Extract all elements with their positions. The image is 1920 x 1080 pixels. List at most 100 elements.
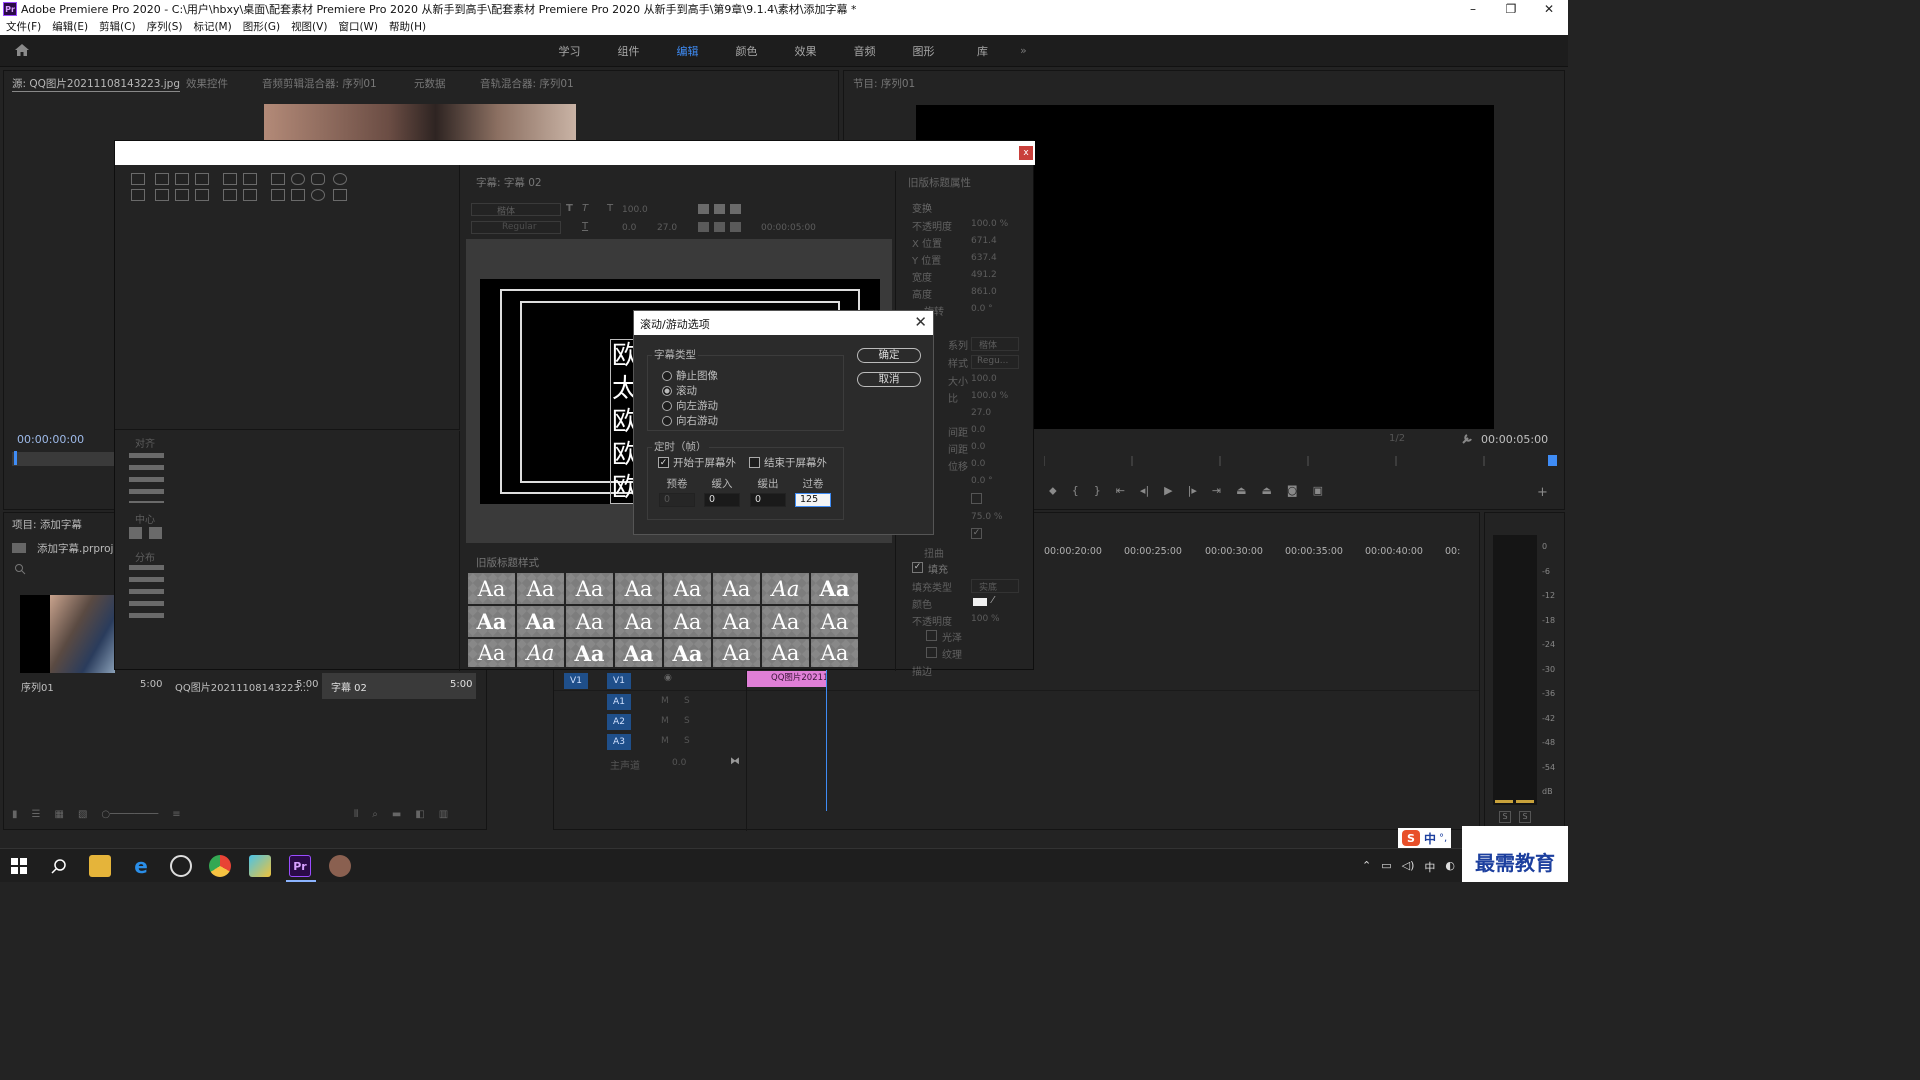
style-swatch[interactable]: Aa (713, 573, 760, 604)
menu-markers[interactable]: 标记(M) (193, 19, 231, 34)
path-type-tool-icon[interactable] (195, 173, 209, 185)
find-icon[interactable]: ⌕ (372, 809, 378, 820)
workspace-tab-learn[interactable]: 学习 (540, 43, 599, 59)
style-swatch[interactable]: Aa (615, 573, 662, 604)
ime-indicator[interactable]: S 中 °, (1398, 828, 1452, 848)
style-swatch[interactable]: Aa (615, 639, 662, 667)
end-offscreen-checkbox[interactable] (749, 457, 760, 468)
ime-tray-icon[interactable]: 中 (1424, 859, 1435, 875)
style-swatch[interactable]: Aa (517, 606, 564, 637)
radio-crawl-left[interactable] (662, 400, 672, 411)
extract-icon[interactable]: ⏏ (1261, 484, 1271, 500)
vertical-path-type-tool-icon[interactable] (195, 189, 209, 201)
style-swatch[interactable]: Aa (811, 606, 858, 637)
style-swatch[interactable]: Aa (713, 639, 760, 667)
edge-browser-icon[interactable]: e (130, 854, 152, 878)
source-scrubber[interactable] (12, 452, 115, 466)
solo-button[interactable]: S (684, 696, 690, 706)
center-buttons[interactable] (129, 527, 164, 539)
font-size-value[interactable]: 100.0 (622, 205, 648, 215)
style-swatch[interactable]: Aa (713, 606, 760, 637)
project-item-name[interactable]: 字幕 02 (331, 679, 367, 694)
source-tab[interactable]: 源: QQ图片20211108143223.jpg (12, 76, 181, 92)
workspace-tab-effects[interactable]: 效果 (776, 43, 835, 59)
prop-value[interactable]: 100.0 % (971, 391, 1008, 401)
workspace-tab-assembly[interactable]: 组件 (599, 43, 658, 59)
lift-icon[interactable]: ⏏ (1236, 484, 1246, 500)
start-offscreen-option[interactable]: ✓ 开始于屏幕外 (658, 455, 736, 470)
button-editor-icon[interactable]: + (1537, 485, 1548, 500)
app-icon[interactable] (170, 855, 192, 877)
comparison-view-icon[interactable]: ▣ (1313, 484, 1323, 500)
prop-value[interactable]: 0.0 (971, 459, 985, 469)
ime-lang[interactable]: 中 (1424, 830, 1436, 847)
meter-solo-left[interactable]: S (1499, 811, 1511, 823)
start-offscreen-checkbox[interactable]: ✓ (658, 457, 669, 468)
new-bin-icon[interactable]: ▬ (392, 809, 401, 820)
workspace-tab-graphics[interactable]: 图形 (894, 43, 953, 59)
audio-clip-mixer-tab[interactable]: 音频剪辑混合器: 序列01 (262, 76, 377, 91)
style-swatch[interactable]: Aa (566, 606, 613, 637)
type-roll-option[interactable]: 滚动 (662, 383, 697, 398)
windows-start-icon[interactable] (11, 858, 27, 874)
home-icon[interactable] (14, 43, 30, 57)
clipped-rect-tool-icon[interactable] (311, 173, 325, 185)
ok-button[interactable]: 确定 (857, 348, 921, 363)
icon-view-icon[interactable]: ▦ (54, 809, 63, 823)
fill-color-swatch[interactable] (973, 598, 987, 606)
ellipse-tool-icon[interactable] (333, 173, 347, 185)
search-icon[interactable] (14, 563, 26, 575)
style-swatch[interactable]: Aa (664, 639, 711, 667)
freeform-view-icon[interactable]: ▧ (78, 809, 87, 823)
leading-value[interactable]: 0.0 (622, 223, 636, 233)
prop-checkbox[interactable] (971, 493, 982, 504)
style-swatch[interactable]: Aa (811, 639, 858, 667)
menu-window[interactable]: 窗口(W) (338, 19, 378, 34)
program-playhead[interactable] (1548, 455, 1557, 466)
type-crawl-left-option[interactable]: 向左游动 (662, 398, 718, 413)
project-item-name[interactable]: 序列01 (21, 679, 54, 694)
radio-crawl-right[interactable] (662, 415, 672, 426)
pen-tool-icon[interactable] (223, 173, 237, 185)
sogou-ime-icon[interactable]: S (1402, 830, 1420, 846)
workspace-tab-editing[interactable]: 编辑 (658, 43, 717, 59)
program-ruler[interactable] (1043, 456, 1544, 466)
text-align-buttons[interactable] (698, 204, 746, 214)
sort-icon[interactable]: ≡ (172, 809, 180, 823)
sheen-checkbox[interactable] (926, 630, 937, 641)
prop-font-style[interactable]: Regu... (971, 355, 1019, 369)
eyedropper-icon[interactable]: ⁄ (992, 595, 994, 606)
mute-button[interactable]: M (661, 696, 669, 706)
fill-section[interactable]: 填充 (928, 561, 948, 576)
metadata-tab[interactable]: 元数据 (414, 76, 446, 91)
prop-value[interactable]: 491.2 (971, 270, 997, 280)
bold-icon[interactable]: T (566, 203, 573, 214)
transform-section[interactable]: 变换 (912, 200, 932, 215)
fill-type-select[interactable]: 实底 (971, 579, 1019, 593)
export-frame-icon[interactable]: ◙ (1287, 484, 1298, 500)
style-swatch[interactable]: Aa (468, 639, 515, 667)
prop-checkbox-checked[interactable]: ✓ (971, 528, 982, 539)
rotate-tool-icon[interactable] (131, 189, 145, 201)
file-explorer-icon[interactable] (89, 855, 111, 877)
master-track-value[interactable]: 0.0 (672, 758, 686, 768)
properties-tab[interactable]: 旧版标题属性 (908, 175, 971, 190)
distribute-buttons[interactable] (129, 565, 164, 625)
project-tab[interactable]: 项目: 添加字幕 (12, 517, 82, 532)
program-tab[interactable]: 节目: 序列01 (853, 76, 915, 91)
menu-help[interactable]: 帮助(H) (389, 19, 426, 34)
prop-value[interactable]: 0.0 ° (971, 304, 993, 314)
end-offscreen-option[interactable]: 结束于屏幕外 (749, 455, 827, 470)
effect-controls-tab[interactable]: 效果控件 (186, 76, 228, 91)
step-back-icon[interactable]: ◂| (1140, 484, 1149, 500)
source-patch-v1[interactable]: V1 (564, 673, 588, 689)
underline-icon[interactable]: T (582, 221, 588, 232)
trash-icon[interactable]: ▥ (439, 809, 448, 820)
menu-view[interactable]: 视图(V) (291, 19, 327, 34)
add-anchor-tool-icon[interactable] (243, 173, 257, 185)
prop-value[interactable]: 637.4 (971, 253, 997, 263)
vertical-area-type-tool-icon[interactable] (175, 189, 189, 201)
minimize-button[interactable]: – (1454, 0, 1492, 18)
ease-in-input[interactable]: 0 (704, 493, 740, 507)
type-still-option[interactable]: 静止图像 (662, 368, 718, 383)
